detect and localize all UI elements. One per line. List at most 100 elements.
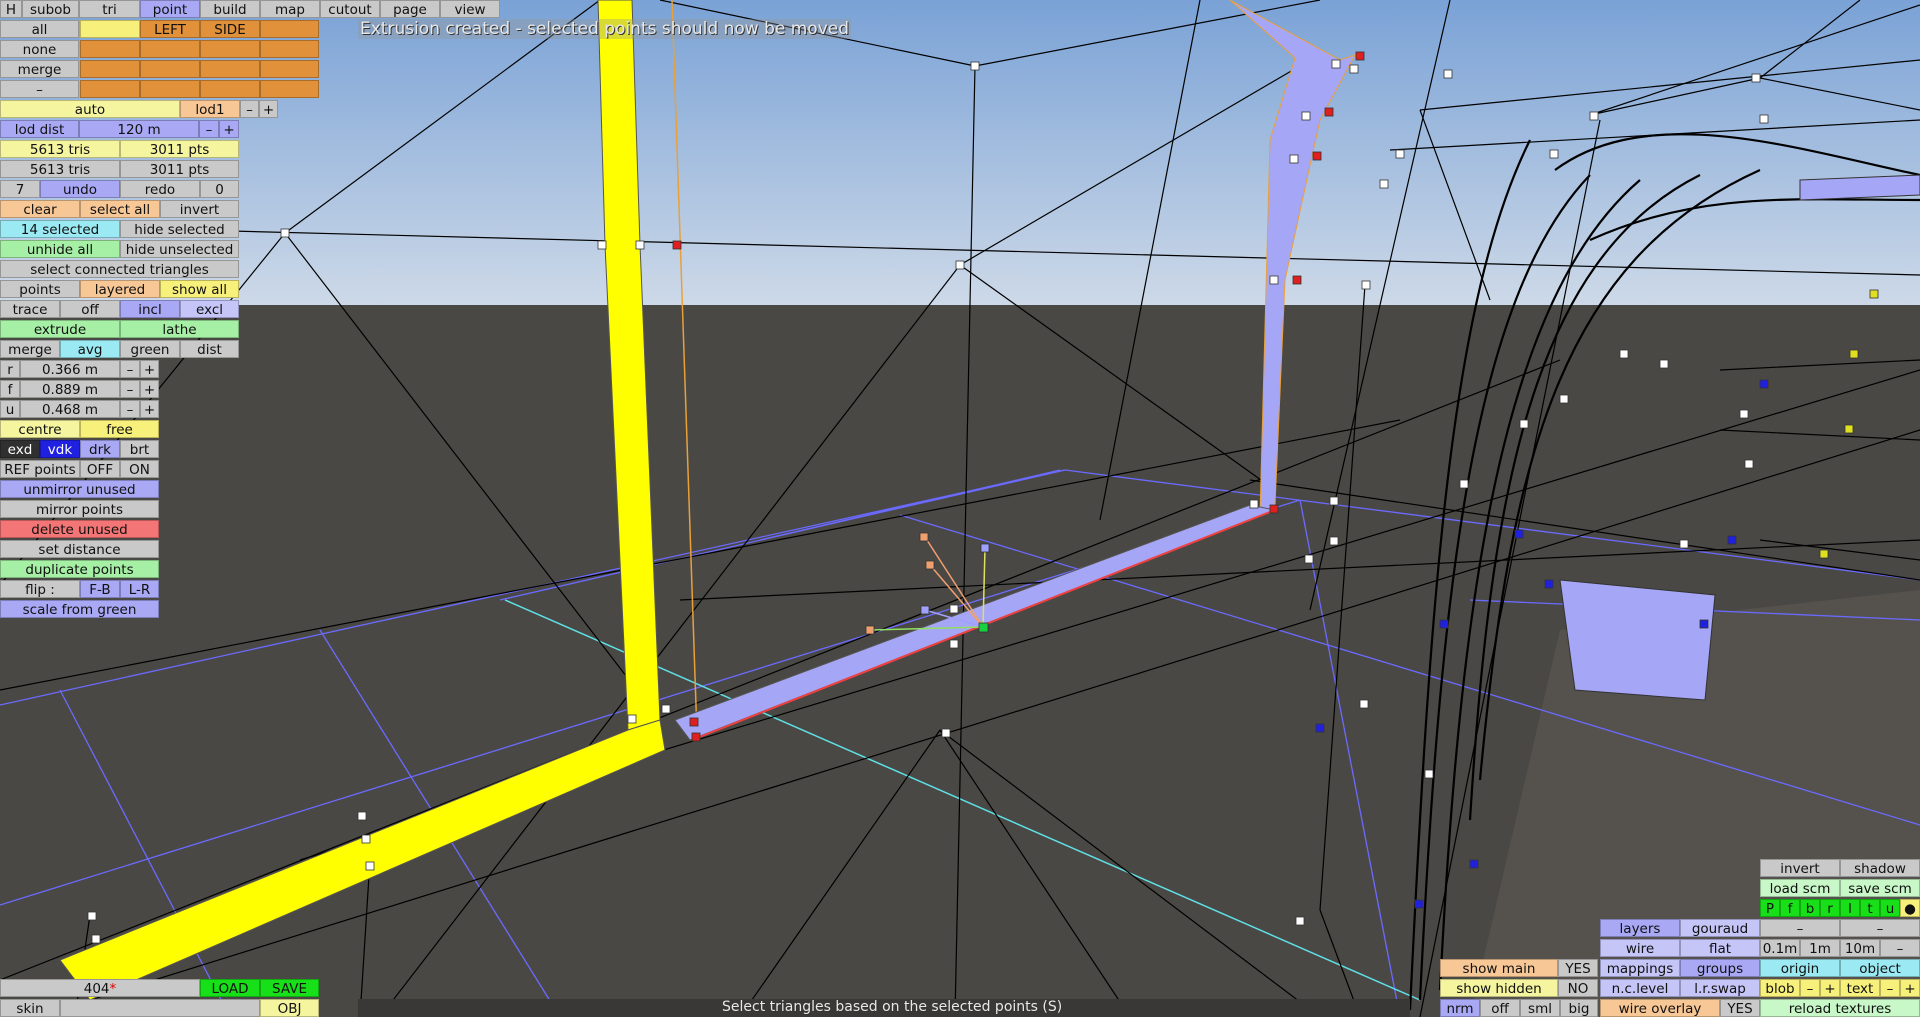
layer-cell-13[interactable]: [200, 80, 260, 98]
tab-page[interactable]: page: [380, 0, 440, 18]
tab-subob[interactable]: subob: [22, 0, 79, 18]
value-f-plus[interactable]: +: [140, 380, 159, 398]
layer-cell-12[interactable]: [140, 80, 200, 98]
view-l-button[interactable]: l: [1840, 899, 1860, 917]
layer-cell-3[interactable]: [80, 40, 140, 58]
flip-lr-button[interactable]: L-R: [120, 580, 159, 598]
layer-cell-11[interactable]: [80, 80, 140, 98]
lr-swap-button[interactable]: l.r.swap: [1680, 979, 1760, 997]
file-number[interactable]: 404*: [0, 979, 200, 997]
value-u-plus[interactable]: +: [140, 400, 159, 418]
select-connected-button[interactable]: select connected triangles: [0, 260, 239, 278]
brt-button[interactable]: brt: [120, 440, 159, 458]
layer-cell-2[interactable]: [260, 20, 319, 38]
tab-build[interactable]: build: [200, 0, 260, 18]
dist-button[interactable]: dist: [180, 340, 239, 358]
points-button[interactable]: points: [0, 280, 80, 298]
lod-auto-button[interactable]: auto: [0, 100, 180, 118]
duplicate-points-button[interactable]: duplicate points: [0, 560, 159, 578]
centre-button[interactable]: centre: [0, 420, 80, 438]
layer-cell-1[interactable]: [80, 20, 140, 38]
layer-cell-8[interactable]: [140, 60, 200, 78]
show-main-button[interactable]: show main: [1440, 959, 1558, 977]
select-none-button[interactable]: none: [0, 40, 79, 58]
select-merge-button[interactable]: merge: [0, 60, 79, 78]
layer-cell-14[interactable]: [260, 80, 319, 98]
blob-button[interactable]: blob: [1760, 979, 1800, 997]
text-minus-button[interactable]: –: [1880, 979, 1900, 997]
tab-tri[interactable]: tri: [79, 0, 140, 18]
value-u-minus[interactable]: –: [120, 400, 140, 418]
skin-input[interactable]: [60, 999, 260, 1017]
reload-textures-button[interactable]: reload textures: [1760, 999, 1920, 1017]
mappings-button[interactable]: mappings: [1600, 959, 1680, 977]
value-r-plus[interactable]: +: [140, 360, 159, 378]
lod-dist-minus[interactable]: –: [199, 120, 219, 138]
layer-cell-6[interactable]: [260, 40, 319, 58]
show-main-yes[interactable]: YES: [1558, 959, 1598, 977]
step-1m-button[interactable]: 1m: [1800, 939, 1840, 957]
lod-minus-button[interactable]: –: [240, 100, 259, 118]
invert-selection-button[interactable]: invert: [160, 200, 239, 218]
extrude-button[interactable]: extrude: [0, 320, 120, 338]
layers-button[interactable]: layers: [1600, 919, 1680, 937]
tab-view[interactable]: view: [440, 0, 500, 18]
green-button[interactable]: green: [120, 340, 180, 358]
step-01m-button[interactable]: 0.1m: [1760, 939, 1800, 957]
trace-excl-button[interactable]: excl: [180, 300, 239, 318]
show-hidden-button[interactable]: show hidden: [1440, 979, 1558, 997]
layer-cell-4[interactable]: [140, 40, 200, 58]
hide-selected-button[interactable]: hide selected: [120, 220, 239, 238]
exd-button[interactable]: exd: [0, 440, 40, 458]
layer-cell-7[interactable]: [80, 60, 140, 78]
value-f-minus[interactable]: –: [120, 380, 140, 398]
lod-plus-button[interactable]: +: [259, 100, 278, 118]
sml-button[interactable]: sml: [1520, 999, 1560, 1017]
select-all-points-button[interactable]: select all: [80, 200, 160, 218]
redo-button[interactable]: redo: [120, 180, 200, 198]
view-f-button[interactable]: f: [1780, 899, 1800, 917]
step-10m-button[interactable]: 10m: [1840, 939, 1880, 957]
free-button[interactable]: free: [80, 420, 159, 438]
off-button[interactable]: off: [1480, 999, 1520, 1017]
left-button[interactable]: LEFT: [140, 20, 200, 38]
undo-button[interactable]: undo: [40, 180, 120, 198]
load-button[interactable]: LOAD: [200, 979, 260, 997]
nrm-button[interactable]: nrm: [1440, 999, 1480, 1017]
view-dot-button[interactable]: ●: [1900, 899, 1920, 917]
ref-on-button[interactable]: ON: [120, 460, 159, 478]
groups-button[interactable]: groups: [1680, 959, 1760, 977]
delete-unused-button[interactable]: delete unused: [0, 520, 159, 538]
shadow-button[interactable]: shadow: [1840, 859, 1920, 877]
ref-off-button[interactable]: OFF: [80, 460, 120, 478]
lod1-button[interactable]: lod1: [180, 100, 240, 118]
show-hidden-no[interactable]: NO: [1558, 979, 1598, 997]
unmirror-unused-button[interactable]: unmirror unused: [0, 480, 159, 498]
gouraud-button[interactable]: gouraud: [1680, 919, 1760, 937]
tab-h[interactable]: H: [0, 0, 22, 18]
view-b-button[interactable]: b: [1800, 899, 1820, 917]
obj-button[interactable]: OBJ: [260, 999, 319, 1017]
scale-from-green-button[interactable]: scale from green: [0, 600, 159, 618]
set-distance-button[interactable]: set distance: [0, 540, 159, 558]
wire-overlay-yes[interactable]: YES: [1720, 999, 1760, 1017]
drk-button[interactable]: drk: [80, 440, 120, 458]
tab-cutout[interactable]: cutout: [320, 0, 380, 18]
view-t-button[interactable]: t: [1860, 899, 1880, 917]
flat-button[interactable]: flat: [1680, 939, 1760, 957]
merge-button[interactable]: merge: [0, 340, 60, 358]
value-r-minus[interactable]: –: [120, 360, 140, 378]
show-all-button[interactable]: show all: [160, 280, 239, 298]
unhide-all-button[interactable]: unhide all: [0, 240, 120, 258]
nc-level-button[interactable]: n.c.level: [1600, 979, 1680, 997]
layered-button[interactable]: layered: [80, 280, 160, 298]
lathe-button[interactable]: lathe: [120, 320, 239, 338]
blob-plus-button[interactable]: +: [1820, 979, 1840, 997]
wire-button[interactable]: wire: [1600, 939, 1680, 957]
value-r[interactable]: 0.366 m: [20, 360, 120, 378]
origin-button[interactable]: origin: [1760, 959, 1840, 977]
step-dash-left[interactable]: –: [1760, 919, 1840, 937]
lod-dist-plus[interactable]: +: [219, 120, 239, 138]
hide-unselected-button[interactable]: hide unselected: [120, 240, 239, 258]
avg-button[interactable]: avg: [60, 340, 120, 358]
